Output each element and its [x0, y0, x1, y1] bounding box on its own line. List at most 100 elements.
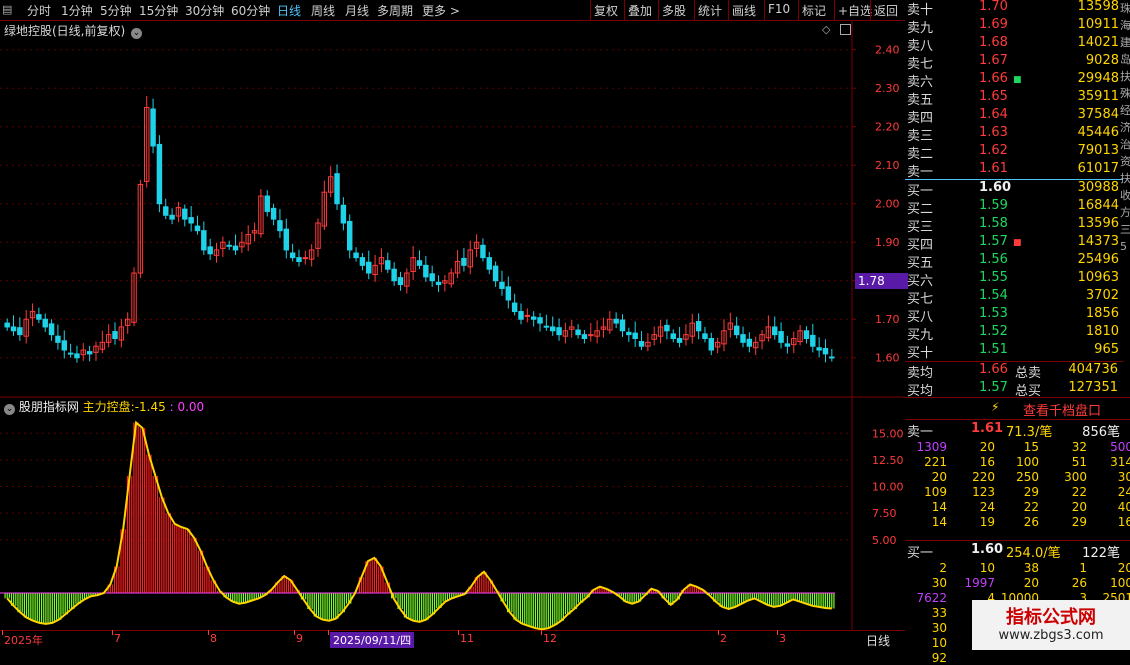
ask-row[interactable]: 卖八 1.68 14021: [905, 35, 1123, 54]
bid-row[interactable]: 买二 1.59 16844: [905, 198, 1123, 217]
ask-price: 1.66: [979, 71, 1008, 86]
sell-queue-per: 71.3/笔: [1006, 425, 1053, 440]
order-book-panel: 卖十 1.70 13598 卖九 1.69 10911 卖八 1.68 14021 卖七 1.67 9…: [905, 0, 1130, 665]
kline-chart[interactable]: 2.402.302.202.102.001.901.801.701.6015.0…: [0, 20, 905, 630]
bid-price: 1.58: [979, 216, 1008, 231]
ask-row[interactable]: 卖七 1.67 9028: [905, 53, 1123, 72]
total-value: 404736: [1068, 362, 1118, 377]
sell-queue-count: 856笔: [1082, 425, 1120, 440]
chevron-down-icon[interactable]: ⌄: [4, 404, 15, 415]
indicator-title[interactable]: ⌄ 股朋指标网 主力控盘:-1.45 : 0.00: [4, 398, 204, 415]
candle: [784, 343, 791, 347]
thousand-level-button[interactable]: 查看千档盘口: [1023, 400, 1101, 419]
bid-row[interactable]: 买四 1.57 14373 ■: [905, 234, 1123, 253]
toolbar-separator: [624, 0, 625, 20]
candle: [511, 302, 518, 313]
watermark-title: 指标公式网: [1006, 607, 1096, 628]
bid-row[interactable]: 买十 1.51 965: [905, 342, 1123, 361]
toolbar-button-2[interactable]: 多股: [662, 2, 686, 19]
ask-label: 卖五: [907, 93, 934, 108]
toolbar-button-5[interactable]: F10: [768, 2, 790, 16]
candle: [486, 257, 492, 270]
tab-9[interactable]: 多周期: [377, 2, 413, 19]
bid-row[interactable]: 买一 1.60 30988: [905, 180, 1123, 199]
time-tick: [541, 630, 542, 635]
buy-queue-cell: 2: [939, 561, 947, 575]
candle: [4, 322, 10, 328]
buy-queue-cell: 7622: [916, 591, 947, 605]
toolbar-button-4[interactable]: 画线: [732, 2, 756, 19]
ask-row[interactable]: 卖九 1.69 10911: [905, 17, 1123, 36]
toolbar-separator: [764, 0, 765, 20]
ask-row[interactable]: 卖一 1.61 61017: [905, 161, 1123, 180]
bid-row[interactable]: 买三 1.58 13596: [905, 216, 1123, 235]
toolbar-button-3[interactable]: 统计: [698, 2, 722, 19]
bid-row[interactable]: 买六 1.55 10963: [905, 270, 1123, 289]
tab-3[interactable]: 15分钟: [139, 2, 178, 19]
ask-price: 1.69: [979, 17, 1008, 32]
ask-row[interactable]: 卖十 1.70 13598: [905, 0, 1123, 18]
ask-bid-divider: [905, 179, 1123, 180]
candle: [543, 325, 550, 328]
buy-queue-cell: 38: [1023, 561, 1039, 575]
bid-row[interactable]: 买八 1.53 1856: [905, 306, 1123, 325]
current-price-badge: 1.78: [855, 273, 908, 289]
ask-volume: 35911: [1077, 89, 1119, 104]
indicator-tick: 15.00: [872, 427, 904, 440]
bid-row[interactable]: 买七 1.54 3702: [905, 288, 1123, 307]
candle: [385, 260, 391, 270]
toolbar-button-6[interactable]: 标记: [802, 2, 826, 19]
buy-queue-price: 1.60: [971, 542, 1004, 557]
ask-row[interactable]: 卖三 1.63 45446: [905, 125, 1123, 144]
time-tick: [328, 630, 329, 635]
candle: [524, 314, 531, 317]
watermark: 指标公式网 www.zbgs3.com: [972, 600, 1130, 650]
ask-row[interactable]: 卖四 1.64 37584: [905, 107, 1123, 126]
tab-7[interactable]: 周线: [311, 2, 335, 19]
candle: [296, 257, 302, 262]
candle: [435, 281, 442, 286]
tab-2[interactable]: 5分钟: [100, 2, 132, 19]
ask-row[interactable]: 卖五 1.65 35911: [905, 89, 1123, 108]
ask-row[interactable]: 卖二 1.62 79013: [905, 143, 1123, 162]
candle: [613, 318, 619, 324]
candle: [416, 260, 423, 266]
tab-0[interactable]: 分时: [27, 2, 51, 19]
tab-4[interactable]: 30分钟: [185, 2, 224, 19]
lightning-icon[interactable]: ⚡: [991, 400, 999, 414]
sell-queue-cell: 15: [1023, 440, 1039, 454]
tab-1[interactable]: 1分钟: [61, 2, 93, 19]
toolbar-button-0[interactable]: 复权: [594, 2, 618, 19]
bid-row[interactable]: 买五 1.56 25496: [905, 252, 1123, 271]
tab-8[interactable]: 月线: [345, 2, 369, 19]
price-tick: 1.70: [875, 313, 900, 326]
price-tick: 2.30: [875, 82, 900, 95]
bid-price: 1.51: [979, 342, 1008, 357]
bid-row[interactable]: 买九 1.52 1810: [905, 324, 1123, 343]
bid-label: 买三: [907, 220, 934, 235]
sell-queue-cell: 32: [1071, 440, 1087, 454]
candle: [277, 220, 283, 232]
time-label-7: 2: [720, 632, 727, 645]
candle: [480, 244, 486, 259]
tab-5[interactable]: 60分钟: [231, 2, 270, 19]
ask-row[interactable]: 卖六 1.66 29948 ■: [905, 71, 1123, 90]
price-tick: 2.40: [875, 44, 900, 57]
bid-volume: 25496: [1077, 252, 1119, 267]
toolbar-button-1[interactable]: 叠加: [628, 2, 652, 19]
candle: [55, 335, 61, 343]
ask-volume: 29948: [1077, 71, 1119, 86]
candle: [626, 331, 632, 336]
candle: [207, 246, 213, 255]
toolbar-button-7[interactable]: +自选: [838, 2, 872, 19]
menu-icon[interactable]: ▤: [2, 3, 18, 17]
indicator-value: -1.45: [134, 400, 166, 414]
sell-queue-price: 1.61: [971, 421, 1004, 436]
tab-10[interactable]: 更多 >: [422, 2, 460, 19]
toolbar-button-8[interactable]: 返回: [874, 2, 898, 19]
candle: [112, 331, 118, 339]
tab-6[interactable]: 日线: [277, 2, 301, 19]
buy-queue-cell: 92: [931, 651, 947, 665]
bid-volume: 30988: [1077, 180, 1119, 195]
bid-price: 1.57: [979, 234, 1008, 249]
